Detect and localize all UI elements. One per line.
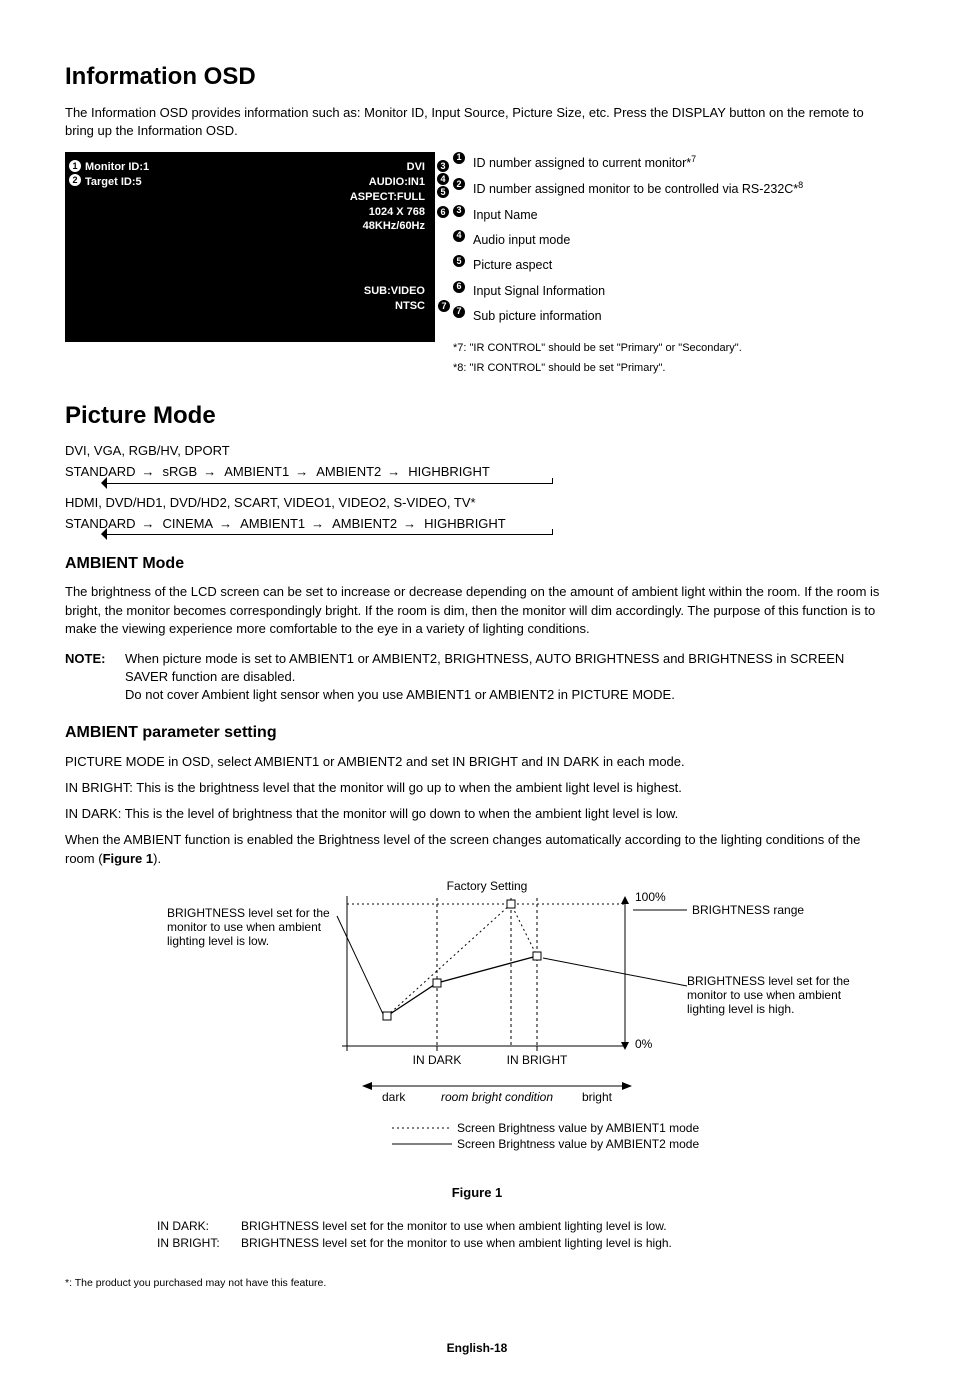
- footnote-7: *7: "IR CONTROL" should be set "Primary"…: [453, 339, 803, 359]
- callout-2-icon: 2: [69, 174, 81, 186]
- heading-information-osd: Information OSD: [65, 60, 889, 94]
- legend-7-icon: 7: [453, 306, 465, 318]
- osd-r2: AUDIO:IN1: [350, 175, 425, 190]
- return-arrow-2: [103, 534, 553, 535]
- legend-7-text: Sub picture information: [473, 306, 602, 327]
- fig-dark-label: dark: [382, 1090, 406, 1104]
- osd-r3: ASPECT:FULL: [350, 190, 425, 205]
- picmode-inputs-1: DVI, VGA, RGB/HV, DPORT: [65, 442, 889, 460]
- pm1-highbright: HIGHBRIGHT: [408, 463, 490, 481]
- def-indark-label: IN DARK:: [157, 1218, 237, 1235]
- pm1-standard: STANDARD: [65, 463, 155, 481]
- fig-0pct: 0%: [635, 1037, 653, 1051]
- fig-leg2: Screen Brightness value by AMBIENT2 mode: [457, 1137, 699, 1151]
- footnote-star: *: The product you purchased may not hav…: [65, 1276, 889, 1291]
- fig-left-annot: BRIGHTNESS level set for the monitor to …: [167, 906, 337, 948]
- heading-ambient-param: AMBIENT parameter setting: [65, 722, 889, 744]
- pm2-cinema: CINEMA: [163, 515, 233, 533]
- pm2-ambient2: AMBIENT2: [332, 515, 416, 533]
- legend-2-icon: 2: [453, 178, 465, 190]
- figure-1-chart: 100% 0% IN DARK IN BRIGHT Factory Settin…: [87, 876, 867, 1176]
- figure-1-wrapper: 100% 0% IN DARK IN BRIGHT Factory Settin…: [65, 876, 889, 1202]
- osd-sub2: NTSC: [364, 299, 425, 314]
- picmode-inputs-2: HDMI, DVD/HD1, DVD/HD2, SCART, VIDEO1, V…: [65, 494, 889, 512]
- callout-6-icon: 6: [437, 206, 449, 218]
- fig-100pct: 100%: [635, 890, 666, 904]
- osd-r5: 48KHz/60Hz: [350, 219, 425, 234]
- pm2-standard: STANDARD: [65, 515, 155, 533]
- ambient-note: NOTE: When picture mode is set to AMBIEN…: [65, 650, 889, 705]
- legend-5-text: Picture aspect: [473, 255, 552, 276]
- picmode-chain-1: STANDARD sRGB AMBIENT1 AMBIENT2 HIGHBRIG…: [65, 463, 889, 481]
- callout-5-icon: 5: [437, 186, 449, 198]
- legend-1-icon: 1: [453, 152, 465, 164]
- fig-range-label: BRIGHTNESS range: [692, 903, 804, 917]
- in-dark-bright-defs: IN DARK:BRIGHTNESS level set for the mon…: [157, 1218, 797, 1252]
- footnote-8: *8: "IR CONTROL" should be set "Primary"…: [453, 359, 803, 379]
- fig-bright-label: bright: [582, 1090, 613, 1104]
- osd-top-text: Monitor ID:1 Target ID:5: [85, 160, 149, 191]
- pm2-ambient1: AMBIENT1: [240, 515, 324, 533]
- osd-monitor-id: Monitor ID:1: [85, 160, 149, 175]
- legend-2-text: ID number assigned monitor to be control…: [473, 178, 803, 200]
- def-indark-val: BRIGHTNESS level set for the monitor to …: [241, 1218, 667, 1235]
- fig-factory-label: Factory Setting: [447, 879, 528, 893]
- osd-left-callouts: 1 2: [69, 160, 84, 186]
- osd-r1: DVI: [350, 160, 425, 175]
- pm2-highbright: HIGHBRIGHT: [424, 515, 506, 533]
- info-osd-intro: The Information OSD provides information…: [65, 104, 889, 140]
- pm1-ambient1: AMBIENT1: [224, 463, 308, 481]
- return-arrow-1: [103, 483, 553, 484]
- note-label: NOTE:: [65, 650, 115, 705]
- param-p3: IN DARK: This is the level of brightness…: [65, 805, 889, 823]
- note-body-1: When picture mode is set to AMBIENT1 or …: [125, 650, 889, 686]
- legend-5-icon: 5: [453, 255, 465, 267]
- osd-box: 1 2 Monitor ID:1 Target ID:5 DVI AUDIO:I…: [65, 152, 435, 342]
- callout-3-icon: 3: [437, 160, 449, 172]
- figure-caption: Figure 1: [65, 1184, 889, 1202]
- param-p4: When the AMBIENT function is enabled the…: [65, 831, 889, 867]
- legend-6-text: Input Signal Information: [473, 281, 605, 302]
- legend-4-text: Audio input mode: [473, 230, 570, 251]
- osd-box-wrapper: 1 2 Monitor ID:1 Target ID:5 DVI AUDIO:I…: [65, 152, 435, 342]
- legend-6-icon: 6: [453, 281, 465, 293]
- osd-r4: 1024 X 768: [350, 205, 425, 220]
- param-p1: PICTURE MODE in OSD, select AMBIENT1 or …: [65, 753, 889, 771]
- osd-legend: 1 ID number assigned to current monitor*7…: [453, 152, 803, 379]
- fig-indark-label: IN DARK: [413, 1053, 462, 1067]
- page-number: English-18: [65, 1340, 889, 1357]
- info-osd-row: 1 2 Monitor ID:1 Target ID:5 DVI AUDIO:I…: [65, 152, 889, 379]
- fig-right-annot: BRIGHTNESS level set for the monitor to …: [687, 974, 862, 1016]
- note-body-2: Do not cover Ambient light sensor when y…: [125, 686, 889, 704]
- osd-right-text: DVI AUDIO:IN1 ASPECT:FULL 1024 X 768 48K…: [350, 160, 425, 234]
- def-inbright-label: IN BRIGHT:: [157, 1235, 237, 1252]
- picmode-chain-2: STANDARD CINEMA AMBIENT1 AMBIENT2 HIGHBR…: [65, 515, 889, 533]
- legend-4-icon: 4: [453, 230, 465, 242]
- osd-right-callouts: 3 4 5 6: [437, 160, 453, 218]
- legend-3-icon: 3: [453, 205, 465, 217]
- callout-7-wrap: 7: [438, 297, 453, 315]
- pm1-srgb: sRGB: [163, 463, 217, 481]
- callout-7-icon: 7: [438, 300, 450, 312]
- callout-4-icon: 4: [437, 173, 449, 185]
- osd-sub-text: SUB:VIDEO NTSC: [364, 284, 425, 314]
- heading-ambient-mode: AMBIENT Mode: [65, 553, 889, 575]
- note-body: When picture mode is set to AMBIENT1 or …: [125, 650, 889, 705]
- heading-picture-mode: Picture Mode: [65, 399, 889, 433]
- fig-leg1: Screen Brightness value by AMBIENT1 mode: [457, 1121, 699, 1135]
- ambient-body-text: The brightness of the LCD screen can be …: [65, 583, 889, 638]
- def-inbright-val: BRIGHTNESS level set for the monitor to …: [241, 1235, 672, 1252]
- param-p2: IN BRIGHT: This is the brightness level …: [65, 779, 889, 797]
- legend-1-text: ID number assigned to current monitor*7: [473, 152, 696, 174]
- osd-target-id: Target ID:5: [85, 175, 149, 190]
- fig-room-label: room bright condition: [441, 1090, 553, 1104]
- legend-3-text: Input Name: [473, 205, 538, 226]
- fig-inbright-label: IN BRIGHT: [507, 1053, 568, 1067]
- legend-footnotes: *7: "IR CONTROL" should be set "Primary"…: [453, 339, 803, 379]
- callout-1-icon: 1: [69, 160, 81, 172]
- pm1-ambient2: AMBIENT2: [316, 463, 400, 481]
- osd-sub1: SUB:VIDEO: [364, 284, 425, 299]
